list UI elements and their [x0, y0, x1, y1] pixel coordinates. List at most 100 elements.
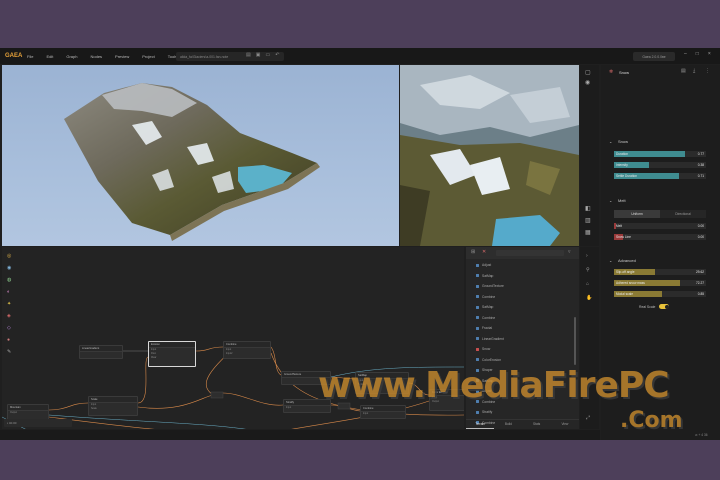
erosion-icon[interactable]: ◈	[7, 313, 11, 319]
filter-icon[interactable]: ▿	[568, 249, 571, 255]
options-icon[interactable]: ▤	[681, 68, 686, 74]
menu-graph[interactable]: Graph	[66, 54, 77, 59]
power-icon[interactable]: ◎	[7, 253, 11, 259]
undo-icon[interactable]: ↶	[275, 52, 279, 58]
property-slider[interactable]: Intensity 0.38	[614, 162, 706, 168]
section-melt-chevron[interactable]: ⌄	[609, 198, 612, 203]
graph-status: ▪ 40.00	[4, 419, 72, 427]
menu-edit[interactable]: Edit	[46, 54, 53, 59]
grid-view-icon[interactable]: ⊞	[471, 249, 475, 255]
menu-project[interactable]: Project	[142, 54, 154, 59]
watermark-domain: .Com	[620, 408, 683, 433]
tool-icon[interactable]: ✎	[7, 349, 11, 355]
section-snow-chevron[interactable]: ⌄	[609, 139, 612, 144]
graph-node[interactable]: Combine Input Input2	[223, 341, 271, 359]
library-item[interactable]: Combine	[482, 316, 495, 320]
render-icon[interactable]: ◉	[585, 79, 590, 86]
library-scrollbar[interactable]	[574, 317, 576, 365]
slider-label: Intensity	[616, 162, 628, 167]
nodes-icon[interactable]: ◉	[7, 265, 11, 271]
section-advanced-title[interactable]: Advanced	[618, 258, 636, 263]
section-melt-title[interactable]: Melt	[618, 198, 626, 203]
camera-icon[interactable]: ▢	[585, 69, 591, 76]
graph-node[interactable]: LinearGradient	[79, 345, 123, 359]
library-tab-view[interactable]: View	[551, 420, 579, 429]
library-tab-stats[interactable]: Stats	[523, 420, 551, 429]
minimize-icon[interactable]: –	[684, 51, 687, 57]
melt-mode-directional[interactable]: Directional	[660, 210, 706, 218]
node-port-label: Wear	[151, 357, 157, 359]
hand-icon[interactable]: ✋	[586, 295, 592, 301]
light-icon[interactable]: ✦	[7, 301, 11, 307]
maximize-icon[interactable]: □	[696, 51, 699, 57]
bottom-bar	[0, 430, 600, 440]
graph-node[interactable]: Scale Input Scale	[88, 396, 138, 416]
node-port-label: Input	[363, 413, 369, 415]
save-icon[interactable]: ▤	[246, 52, 251, 58]
library-item[interactable]: GroundTexture	[482, 284, 504, 288]
library-item[interactable]: SatMap	[482, 305, 493, 309]
library-item[interactable]: SatMap	[482, 274, 493, 278]
viewport-3d[interactable]	[2, 65, 399, 246]
property-slider[interactable]: Adhered snow mass 72.27	[614, 280, 706, 286]
slider-value: 0.71	[697, 173, 704, 178]
viewport-2d[interactable]	[400, 65, 579, 246]
arrow-right-icon[interactable]: ›	[586, 253, 588, 259]
close-icon[interactable]: ×	[708, 51, 711, 57]
library-search-input[interactable]	[496, 250, 564, 256]
library-item[interactable]: LinearGradient	[482, 337, 504, 341]
library-item[interactable]: Stratify	[482, 410, 492, 414]
melt-mode-uniform[interactable]: Uniform	[614, 210, 660, 218]
slider-value: 29.62	[696, 269, 704, 274]
library-item[interactable]: Adjust	[482, 263, 491, 267]
pin-icon[interactable]: ⚲	[586, 267, 590, 273]
property-slider[interactable]: Modal scale 0.85	[614, 291, 706, 297]
graph-node[interactable]: Erosion Input Flow Wear	[148, 341, 196, 367]
node-type-icon	[476, 337, 479, 340]
library-item[interactable]: ColorErosion	[482, 358, 501, 362]
layout-icon[interactable]: ▥	[585, 217, 591, 224]
section-snow-title[interactable]: Snow	[618, 139, 628, 144]
slider-label: Settle Duration	[616, 173, 638, 178]
graph-node[interactable]: Combine Input	[360, 405, 406, 419]
library-tab-terrain[interactable]: Terrain	[466, 420, 495, 429]
library-item[interactable]: Combine	[482, 295, 495, 299]
library-item[interactable]: Fractal	[482, 326, 492, 330]
version-button[interactable]: Gaea 2.0.0.0ʙe	[633, 52, 675, 61]
save-as-icon[interactable]: ▣	[256, 52, 261, 58]
lock-icon[interactable]: ⌂	[586, 281, 589, 287]
export-icon[interactable]: ⤓	[693, 68, 695, 74]
filter-icon[interactable]: ◇	[7, 325, 11, 331]
graph-node[interactable]: Mountain Output	[7, 404, 49, 420]
section-advanced-chevron[interactable]: ⌄	[609, 258, 612, 263]
real-scale-label: Real Scale	[639, 304, 656, 309]
folder-icon[interactable]: ▭	[265, 52, 270, 58]
color-icon[interactable]: ●	[7, 337, 10, 343]
property-slider[interactable]: Snow Line 0.00	[614, 234, 706, 240]
menu-preview[interactable]: Preview	[115, 54, 129, 59]
node-port-label: Input	[286, 407, 292, 409]
library-tab-build[interactable]: Build	[494, 420, 522, 429]
real-scale-toggle[interactable]	[659, 304, 670, 309]
watermark-text: www.MediaFirePC	[318, 365, 670, 406]
library-item[interactable]: Snow	[482, 347, 490, 351]
slider-value: 0.38	[697, 162, 704, 167]
graph-toolbar: ◎ ◉ ◍ ◐ ✦ ◈ ◇ ● ✎	[2, 247, 16, 429]
property-slider[interactable]: Melt 0.00	[614, 223, 706, 229]
expand-icon[interactable]: ⤢	[586, 415, 590, 421]
grid-icon[interactable]: ▦	[585, 229, 591, 236]
paint-icon[interactable]: ◐	[7, 289, 10, 295]
zoom-readout: ⊘ + 4 36	[695, 433, 708, 437]
split-view-icon[interactable]: ◧	[585, 205, 591, 212]
node-title: Snow	[619, 69, 630, 75]
close-search-icon[interactable]: ✕	[482, 249, 486, 255]
property-slider[interactable]: Slip-off angle 29.62	[614, 269, 706, 275]
layers-icon[interactable]: ◍	[7, 277, 11, 283]
more-icon[interactable]: ⋮	[705, 68, 710, 74]
menubar: GAEA File Edit Graph Nodes Preview Project Too…	[0, 48, 720, 64]
property-slider[interactable]: Settle Duration 0.71	[614, 173, 706, 179]
menu-file[interactable]: File	[27, 54, 33, 59]
node-port-label: Input2	[226, 353, 233, 355]
property-slider[interactable]: Duration 0.77	[614, 151, 706, 157]
menu-nodes[interactable]: Nodes	[90, 54, 102, 59]
